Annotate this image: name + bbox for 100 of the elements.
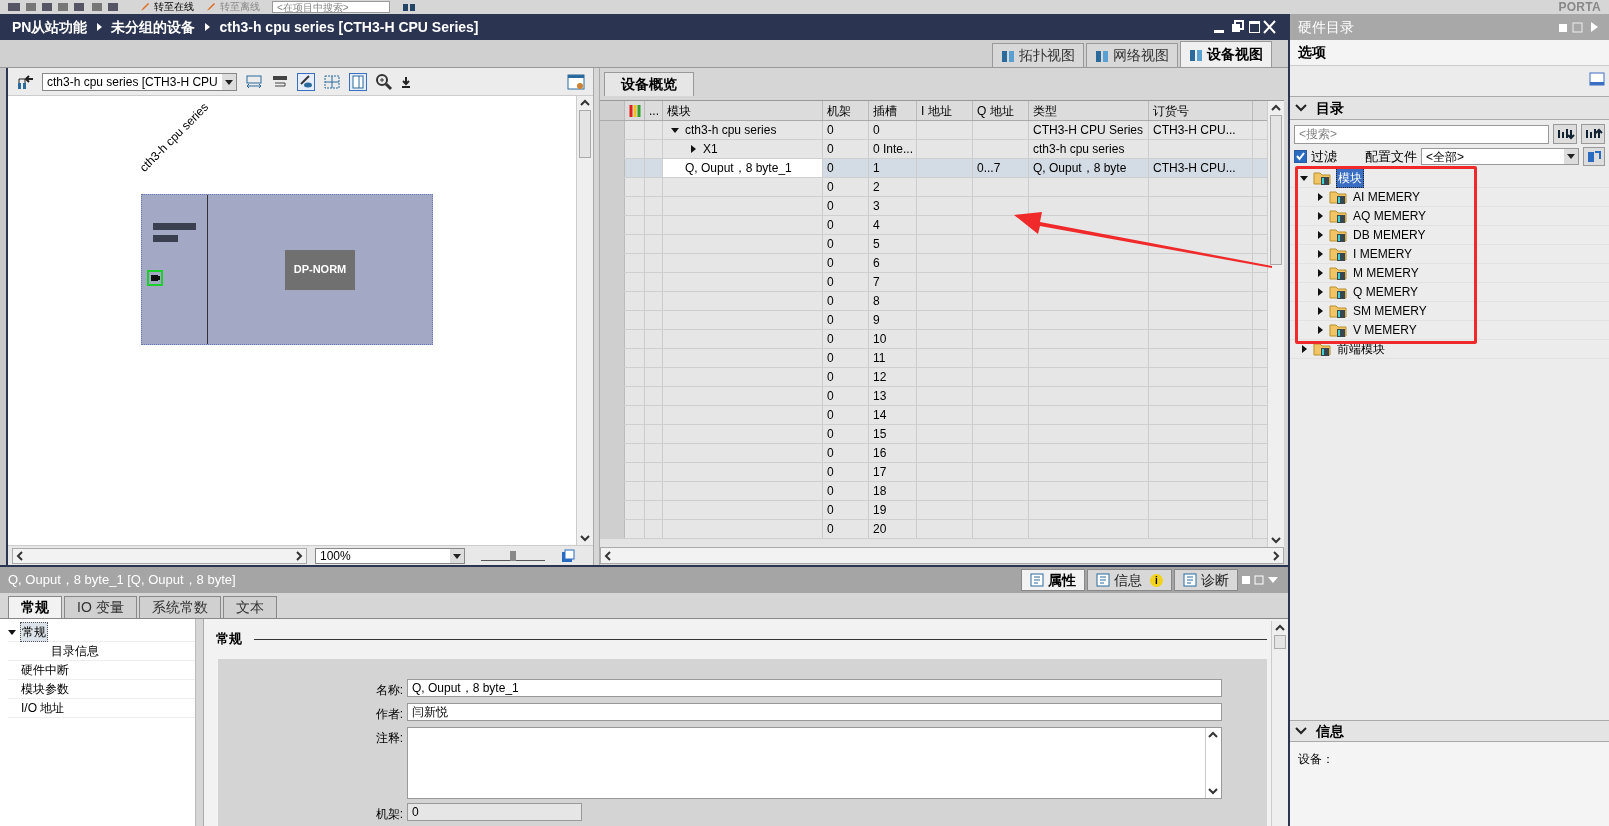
table-row[interactable]: 0 17 (600, 463, 1267, 482)
panel-icon[interactable] (1589, 72, 1605, 86)
device-dropdown[interactable]: cth3-h cpu series [CTH3-H CPU (42, 72, 237, 91)
table-row[interactable]: 0 13 (600, 387, 1267, 406)
properties-subtab[interactable]: 系统常数 (138, 596, 221, 618)
tree-item[interactable]: M MEMERY (1352, 263, 1420, 282)
chevron-down-icon[interactable] (1294, 102, 1308, 114)
device-tool-icon[interactable] (1583, 147, 1605, 167)
collapse-triangle-icon[interactable] (8, 628, 16, 636)
properties-subtab[interactable]: 文本 (222, 596, 277, 618)
table-row[interactable]: cth3-h cpu series 0 0 CTH3-H CPU Series CTH3-H CPU... (600, 121, 1267, 140)
toolbar-button[interactable]: 转至在线 (140, 2, 194, 12)
table-row[interactable]: 0 7 (600, 273, 1267, 292)
eye-pencil-icon[interactable] (296, 72, 315, 91)
search-up-icon[interactable] (1581, 124, 1605, 144)
table-row[interactable]: 0 14 (600, 406, 1267, 425)
zoom-dropdown[interactable]: 100% (315, 547, 465, 564)
horizontal-scrollbar[interactable] (12, 547, 307, 564)
table-row[interactable]: 0 9 (600, 311, 1267, 330)
tree-item[interactable]: 前端模块 (1336, 339, 1386, 358)
vertical-scrollbar[interactable] (1271, 621, 1288, 826)
view-tab[interactable]: 设备视图 (1180, 41, 1272, 67)
expand-triangle-icon[interactable] (689, 145, 697, 153)
properties-tab[interactable]: 信息 i (1087, 569, 1172, 591)
column-header[interactable]: 模块 (663, 101, 823, 120)
vertical-scrollbar[interactable] (576, 96, 593, 545)
table-row[interactable]: 0 4 (600, 216, 1267, 235)
zoom-slider[interactable] (481, 550, 545, 561)
expand-triangle-icon[interactable] (1316, 325, 1324, 334)
properties-panel-icon[interactable] (567, 73, 585, 90)
overview-icon[interactable] (561, 548, 575, 563)
chevron-down-icon[interactable] (1294, 725, 1308, 737)
filter-checkbox[interactable] (1294, 150, 1307, 164)
text-field[interactable]: 0 (407, 803, 582, 821)
tree-item[interactable]: DB MEMERY (1352, 225, 1427, 244)
view-tab[interactable]: 网络视图 (1086, 43, 1178, 67)
scrollbar-thumb[interactable] (1274, 635, 1286, 649)
tree-item[interactable]: SM MEMERY (1352, 301, 1428, 320)
nav-item[interactable]: 常规 (20, 622, 48, 642)
grid-icon[interactable] (322, 72, 341, 91)
properties-subtab[interactable]: IO 变量 (64, 596, 137, 618)
column-header[interactable]: 机架 (823, 101, 869, 120)
table-row[interactable]: 0 19 (600, 501, 1267, 520)
breadcrumb-item[interactable]: PN从站功能 (12, 16, 88, 38)
binoculars-icon[interactable] (402, 2, 416, 12)
properties-tab[interactable]: 诊断 (1174, 569, 1238, 591)
profile-dropdown[interactable]: <全部> (1421, 148, 1579, 166)
nav-item[interactable]: 目录信息 (50, 642, 100, 660)
slider-thumb[interactable] (510, 550, 516, 561)
collapse-triangle-icon[interactable] (671, 126, 679, 134)
column-header[interactable]: Q 地址 (973, 101, 1029, 120)
expand-triangle-icon[interactable] (1316, 249, 1324, 258)
overview-tab[interactable]: 设备概览 (604, 72, 694, 96)
breadcrumb-item[interactable]: cth3-h cpu series [CTH3-H CPU Series] (219, 16, 479, 38)
nav-item[interactable]: 模块参数 (20, 680, 70, 698)
horizontal-scrollbar[interactable] (600, 547, 1284, 564)
nav-item[interactable]: 硬件中断 (20, 661, 70, 679)
tree-item[interactable]: 模块 (1336, 167, 1364, 188)
breadcrumb-item[interactable]: 未分组的设备 (111, 16, 196, 38)
properties-tab[interactable]: 属性 (1021, 569, 1085, 591)
module-block[interactable]: DP-NORM (285, 249, 355, 290)
expand-triangle-icon[interactable] (1316, 306, 1324, 315)
column-header[interactable]: I 地址 (917, 101, 973, 120)
table-row[interactable]: 0 16 (600, 444, 1267, 463)
network-tool-icon[interactable] (16, 73, 34, 90)
table-row[interactable]: 0 8 (600, 292, 1267, 311)
nav-item[interactable]: I/O 地址 (20, 699, 66, 717)
table-row[interactable]: Q, Ouput，8 byte_1 0 1 0...7 Q, Ouput，8 byte CTH3-H CPU... (600, 159, 1267, 178)
tree-item[interactable]: AI MEMERY (1352, 187, 1422, 206)
table-row[interactable]: 0 18 (600, 482, 1267, 501)
properties-subtab[interactable]: 常规 (8, 596, 62, 618)
search-field[interactable]: <搜索> (1294, 124, 1549, 144)
zoom-in-icon[interactable] (374, 72, 393, 91)
table-row[interactable]: 0 11 (600, 349, 1267, 368)
comment-field[interactable] (407, 727, 1222, 799)
vertical-scrollbar[interactable] (1267, 101, 1284, 547)
expand-triangle-icon[interactable] (1316, 211, 1324, 220)
column-header[interactable]: 类型 (1029, 101, 1149, 120)
tree-item[interactable]: Q MEMERY (1352, 282, 1420, 301)
column-header[interactable]: 插槽 (869, 101, 917, 120)
expand-triangle-icon[interactable] (1316, 287, 1324, 296)
view-tab[interactable]: 拓扑视图 (992, 43, 1084, 67)
table-row[interactable]: 0 20 (600, 520, 1267, 539)
text-field[interactable]: 闫新悦 (407, 703, 1222, 721)
table-row[interactable]: 0 2 (600, 178, 1267, 197)
search-down-icon[interactable] (1553, 124, 1577, 144)
table-row[interactable]: 0 12 (600, 368, 1267, 387)
table-row[interactable]: 0 5 (600, 235, 1267, 254)
expand-triangle-icon[interactable] (1300, 344, 1308, 353)
scrollbar-thumb[interactable] (579, 110, 591, 158)
table-row[interactable]: 0 6 (600, 254, 1267, 273)
tree-item[interactable]: I MEMERY (1352, 244, 1414, 263)
window-controls-icon[interactable] (1212, 20, 1276, 34)
column-header[interactable]: ... (645, 101, 663, 120)
table-row[interactable]: X1 0 0 Inte... cth3-h cpu series (600, 140, 1267, 159)
expand-triangle-icon[interactable] (1316, 268, 1324, 277)
table-row[interactable]: 0 3 (600, 197, 1267, 216)
port-icon[interactable] (147, 270, 163, 286)
search-field[interactable]: <在项目中搜索> (272, 1, 390, 13)
device-rack[interactable]: DP-NORM (141, 194, 433, 345)
